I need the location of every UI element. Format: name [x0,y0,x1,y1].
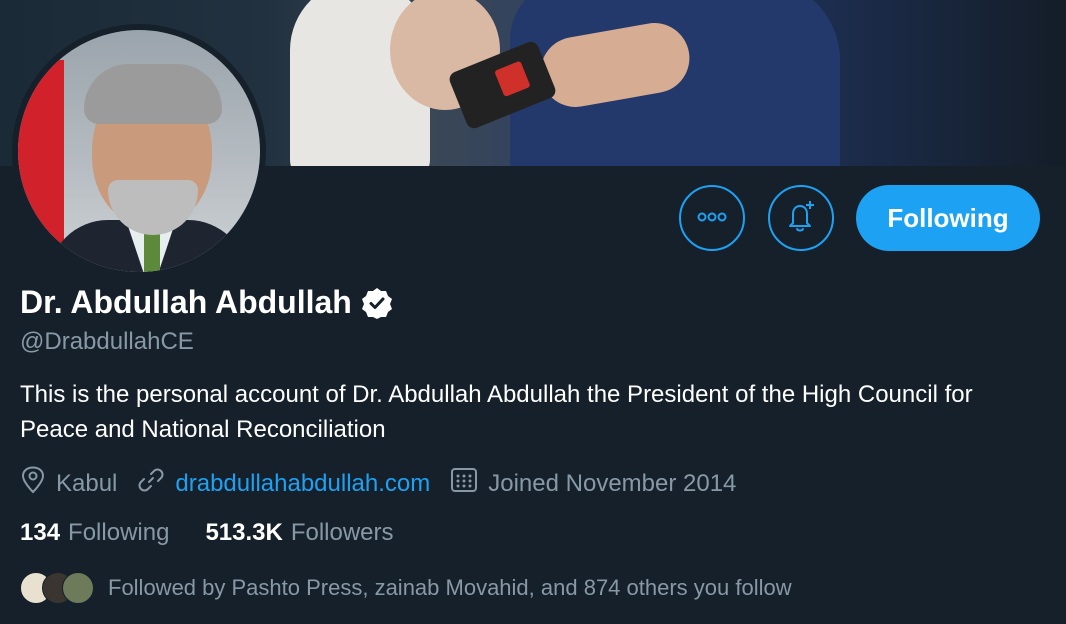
avatar-hair [84,64,222,124]
profile-handle: @DrabdullahCE [20,328,194,355]
following-label: Following [68,519,170,546]
followers-count: 513.3K [205,519,283,546]
joined-text: Joined November 2014 [488,469,737,497]
followed-by-row[interactable]: Followed by Pashto Press, zainab Movahid… [20,572,792,604]
avatar-photo [18,30,260,272]
website-link[interactable]: drabdullahabdullah.com [175,470,430,498]
avatar [62,572,94,604]
profile-bio: This is the personal account of Dr. Abdu… [20,381,973,443]
website-item[interactable]: drabdullahabdullah.com [137,466,430,501]
bell-plus-icon [784,199,818,238]
profile-name-row: Dr. Abdullah Abdullah [20,284,394,321]
joined-item: Joined November 2014 [450,466,736,501]
avatar-flag [18,60,64,250]
calendar-icon [450,466,488,501]
profile-meta: Kabul drabdullahabdullah.com Joined Nove… [20,466,756,501]
display-name: Dr. Abdullah Abdullah [20,284,352,320]
more-options-button[interactable] [679,185,745,251]
link-icon [137,466,175,501]
followers-count-link[interactable]: 513.3K Followers [205,519,393,547]
followed-by-text: Followed by Pashto Press, zainab Movahid… [108,575,792,600]
following-count: 134 [20,519,61,546]
location-text: Kabul [56,469,118,497]
followers-label: Followers [290,519,394,546]
verified-badge-icon [360,286,394,320]
avatar-tie [144,230,160,272]
followed-by-avatars [20,572,94,604]
follow-counts: 134 Following 513.3K Followers [20,519,430,547]
more-icon [697,209,727,227]
following-count-link[interactable]: 134 Following [20,519,169,547]
profile-avatar[interactable] [12,24,266,278]
following-button[interactable]: Following [856,185,1040,251]
location-pin-icon [20,466,56,501]
notifications-button[interactable] [768,185,834,251]
location-item: Kabul [20,466,117,501]
profile-page: Following Dr. Abdullah Abdullah @Drabdul… [0,0,1066,624]
